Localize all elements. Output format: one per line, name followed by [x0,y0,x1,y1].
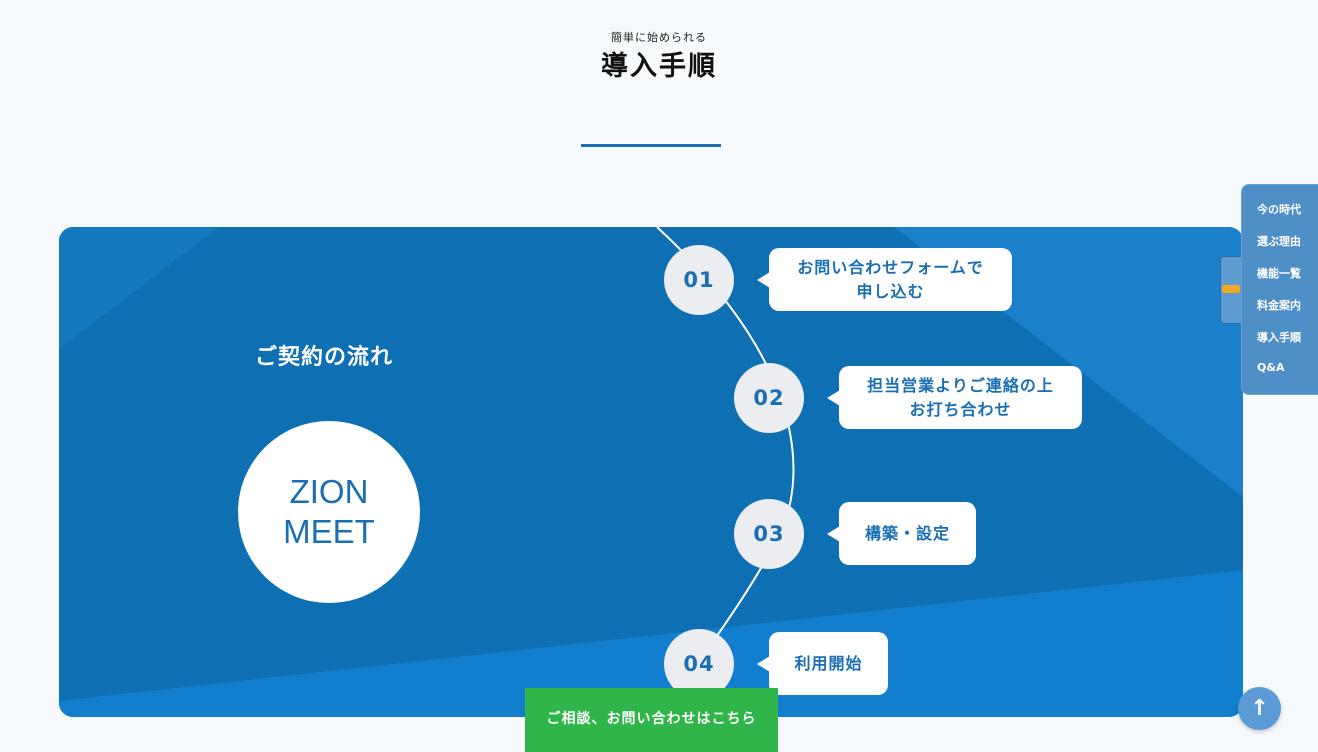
step-number-03: 03 [734,499,804,569]
side-banner-tab[interactable] [1220,256,1243,324]
side-nav-item-introduction[interactable]: 導入手順 [1257,329,1301,345]
step-bubble-02: 担当営業よりご連絡の上 お打ち合わせ [827,366,1082,429]
side-nav-item-era[interactable]: 今の時代 [1257,201,1301,217]
step-bubble-03: 構築・設定 [827,502,976,565]
logo-line-2: MEET [283,513,375,550]
scroll-to-top-button[interactable]: ↑ [1238,687,1281,730]
section-subtitle: 簡単に始められる [611,31,707,44]
side-nav-item-qa[interactable]: Q&A [1257,361,1284,374]
step-text-01-line1: お問い合わせフォームで [797,257,984,277]
side-nav-item-reasons[interactable]: 選ぶ理由 [1257,233,1301,249]
side-banner-icon [1222,285,1240,293]
side-navigation: 今の時代 選ぶ理由 機能一覧 料金案内 導入手順 Q&A [1241,184,1318,395]
side-nav-item-pricing[interactable]: 料金案内 [1257,297,1301,313]
side-nav-item-features[interactable]: 機能一覧 [1257,265,1301,281]
panel-background-shapes [59,227,1243,717]
step-text-02-line1: 担当営業よりご連絡の上 [867,375,1054,395]
logo-line-1: ZION [289,473,369,510]
step-number-02: 02 [734,363,804,433]
contact-button[interactable]: ご相談、お問い合わせはこちら [525,688,778,752]
title-underline [581,144,721,147]
step-text-04: 利用開始 [794,653,863,673]
flow-label: ご契約の流れ [255,345,394,370]
step-text-03: 構築・設定 [864,523,950,543]
section-title: 導入手順 [601,51,717,82]
step-bubble-04: 利用開始 [757,632,888,695]
zion-meet-logo: ZION MEET [238,421,420,603]
step-text-01-line2: 申し込む [856,281,925,301]
step-number-01: 01 [664,245,734,315]
contract-flow-panel: ご契約の流れ ZION MEET 01 お問い合わせフォームで 申し込む 02 … [59,227,1243,717]
step-text-02-line2: お打ち合わせ [909,399,1012,419]
arrow-up-icon: ↑ [1250,696,1269,721]
step-bubble-01: お問い合わせフォームで 申し込む [757,248,1012,311]
